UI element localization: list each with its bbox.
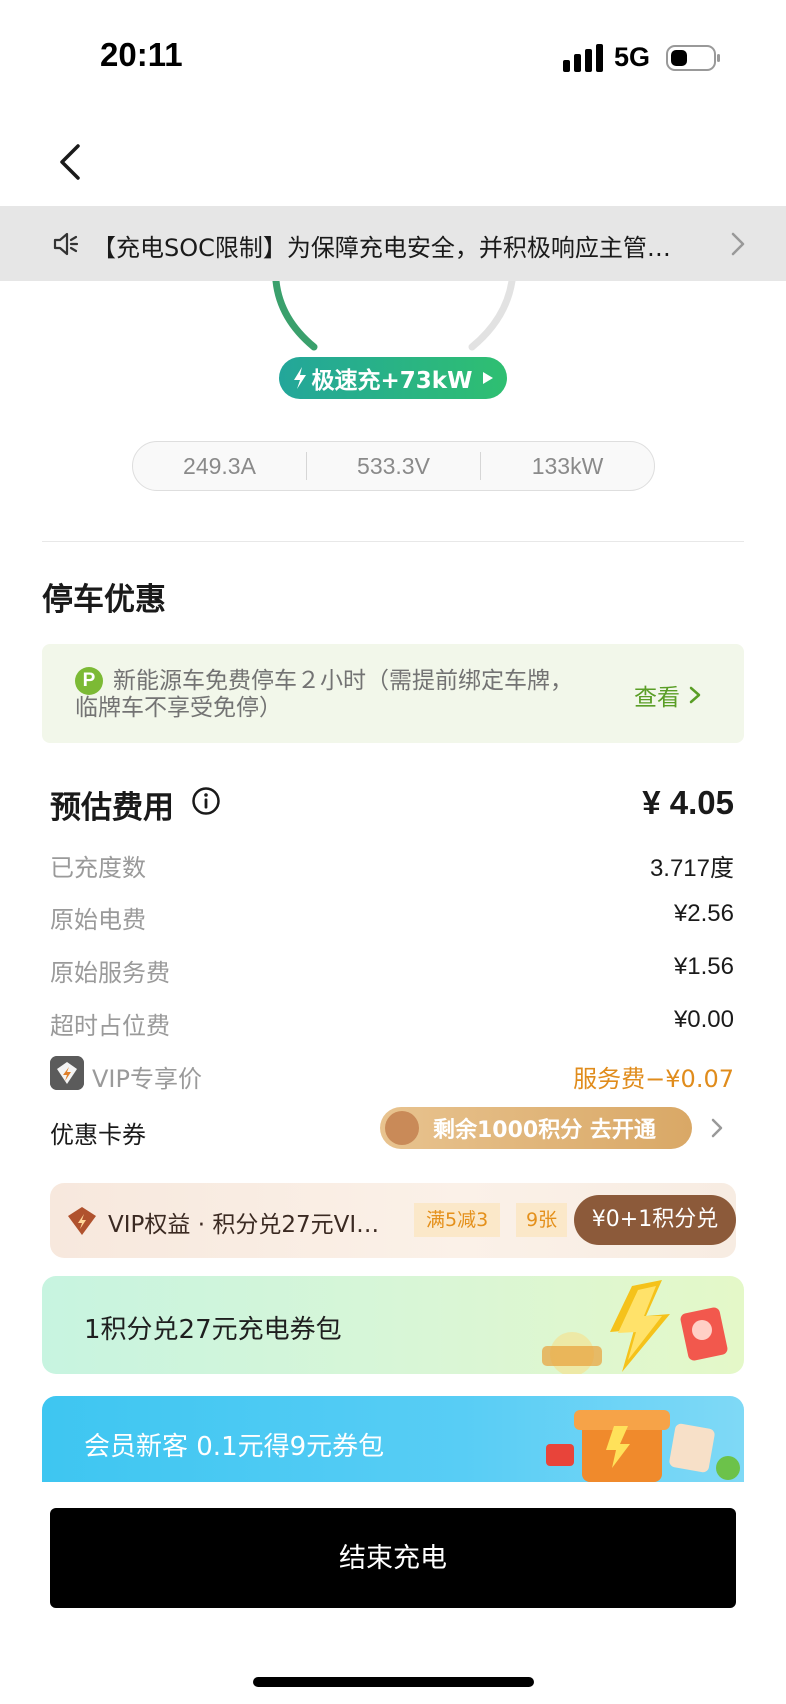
chevron-right-icon [689, 686, 701, 704]
promo-card-points-coupon[interactable]: 1积分兑27元充电券包 [42, 1276, 744, 1374]
section-divider [42, 541, 744, 542]
fee-row-coupon[interactable]: 优惠卡券 剩余1000积分 去开通 [50, 1107, 734, 1151]
fee-row-value: ¥2.56 [673, 900, 734, 927]
vip-banner-title: VIP权益 · 积分兑27元VI… [108, 1212, 380, 1238]
battery-icon [666, 45, 720, 71]
fast-charge-label: 极速充+73kW [311, 368, 473, 394]
points-coin-icon [385, 1111, 419, 1145]
points-activate-label: 剩余1000积分 去开通 [433, 1118, 656, 1143]
vip-diamond-icon [50, 1056, 84, 1090]
notice-text: 【充电SOC限制】为保障充电安全，并积极响应主管… [92, 234, 671, 262]
redeem-button[interactable]: ¥0+1积分兑 [574, 1195, 736, 1245]
fee-row-value: ¥1.56 [673, 953, 734, 980]
charging-metrics: 249.3A 533.3V 133kW [132, 441, 655, 491]
fast-charge-badge[interactable]: 极速充+73kW [279, 357, 507, 399]
vip-price-value: 服务费−¥0.07 [573, 1065, 734, 1093]
coupon-count-tag: 9张 [516, 1203, 568, 1237]
fee-row-label: 已充度数 [50, 854, 146, 882]
fee-row-overtime: 超时占位费 ¥0.00 [50, 1000, 734, 1040]
vip-price-label: VIP专享价 [92, 1065, 202, 1093]
estimated-fee-total: ¥ 4.05 [642, 784, 734, 821]
parking-view-label: 查看 [634, 685, 680, 711]
status-time: 20:11 [100, 36, 183, 73]
charging-progress-arc [272, 281, 516, 351]
chevron-right-icon [711, 1118, 723, 1138]
play-icon [483, 372, 494, 384]
promo-title: 会员新客 0.1元得9元券包 [84, 1432, 385, 1462]
lightning-icon [293, 367, 306, 389]
power-metric: 133kW [531, 452, 604, 479]
vip-benefit-banner[interactable]: VIP权益 · 积分兑27元VI… 满5减3 9张 ¥0+1积分兑 [50, 1183, 736, 1258]
fee-row-label: 原始电费 [50, 906, 146, 934]
estimated-fee-title: 预估费用 [50, 790, 174, 826]
cellular-signal-icon [563, 44, 603, 72]
fee-row-energy: 已充度数 3.717度 [50, 842, 734, 882]
fee-row-service: 原始服务费 ¥1.56 [50, 947, 734, 987]
gift-box-illustration [546, 1410, 740, 1482]
lightning-coupon-illustration [542, 1280, 728, 1374]
parking-description: 新能源车免费停车２小时（需提前绑定车牌，临牌车不享受免停） [75, 668, 573, 721]
network-type: 5G [614, 42, 651, 72]
fee-row-value: 3.717度 [649, 855, 734, 882]
discount-tag: 满5减3 [414, 1203, 501, 1237]
speaker-icon [53, 232, 79, 256]
parking-section-title: 停车优惠 [42, 582, 166, 618]
fee-row-vip[interactable]: VIP专享价 服务费−¥0.07 [50, 1053, 734, 1093]
vip-diamond-icon [68, 1207, 96, 1235]
voltage-metric: 533.3V [357, 452, 430, 479]
stop-charging-button[interactable]: 结束充电 [50, 1508, 736, 1608]
chevron-right-icon [731, 232, 745, 256]
promo-title: 1积分兑27元充电券包 [84, 1315, 342, 1345]
parking-view-link[interactable]: 查看 [634, 678, 702, 712]
parking-card[interactable]: P 新能源车免费停车２小时（需提前绑定车牌，临牌车不享受免停） 查看 [42, 644, 744, 743]
fee-row-electricity: 原始电费 ¥2.56 [50, 894, 734, 934]
promo-card-new-member[interactable]: 会员新客 0.1元得9元券包 [42, 1396, 744, 1482]
coupon-label: 优惠卡券 [50, 1121, 146, 1149]
current-metric: 249.3A [183, 452, 256, 479]
status-bar: 20:11 5G [0, 0, 786, 110]
fee-row-label: 超时占位费 [50, 1012, 170, 1040]
points-activate-button[interactable]: 剩余1000积分 去开通 [380, 1107, 692, 1149]
fee-row-label: 原始服务费 [50, 959, 170, 987]
back-button[interactable] [50, 140, 94, 184]
notice-bar[interactable]: 【充电SOC限制】为保障充电安全，并积极响应主管… [0, 206, 786, 281]
info-icon[interactable] [191, 786, 221, 816]
home-indicator [253, 1677, 534, 1687]
fee-row-value: ¥0.00 [673, 1006, 734, 1033]
